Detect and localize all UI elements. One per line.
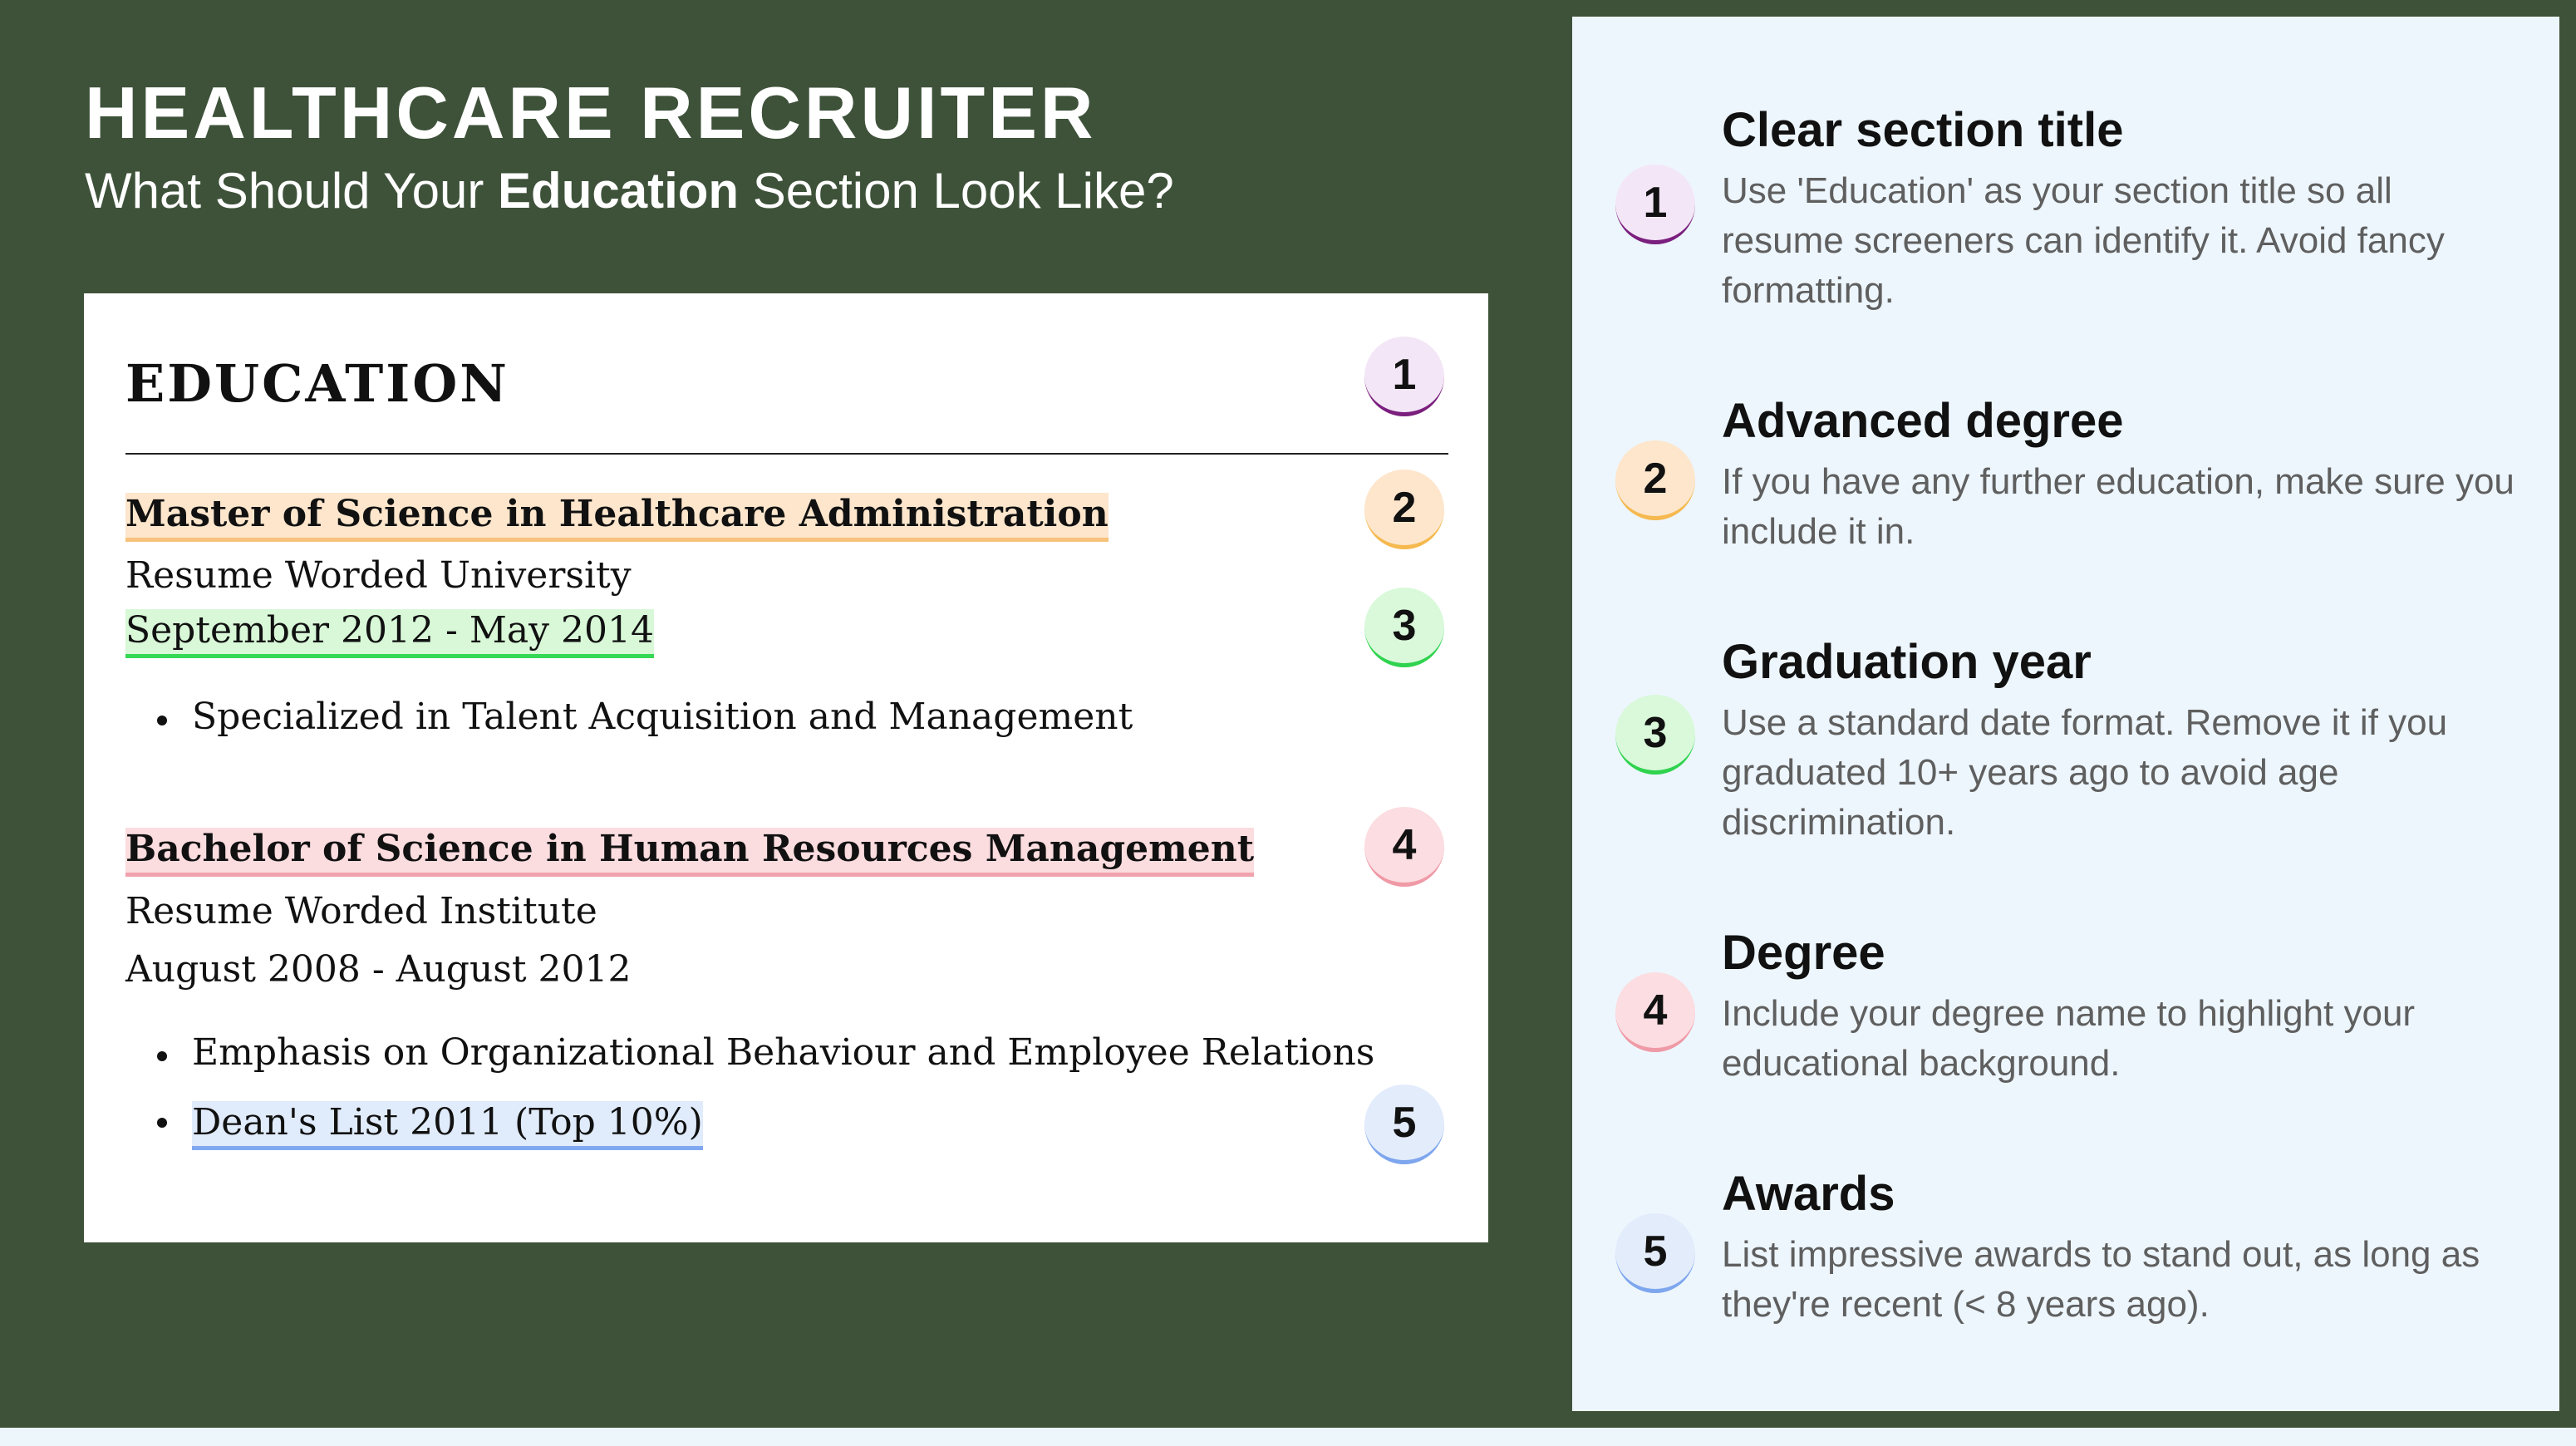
tip-2-title: Advanced degree — [1722, 394, 2124, 448]
tip-5-body: List impressive awards to stand out, as … — [1722, 1234, 2480, 1325]
tip-4-title: Degree — [1722, 926, 1885, 980]
resume-education-card: EDUCATION 1 Master of Science in Healthc… — [84, 293, 1488, 1242]
subtitle-suffix: Section Look Like? — [739, 163, 1174, 219]
tip-1-title: Clear section title — [1722, 103, 2124, 157]
dates-1: September 2012 - May 2014 — [125, 609, 654, 658]
page-subtitle: What Should Your Education Section Look … — [85, 166, 1174, 216]
school-1: Resume Worded University — [125, 554, 632, 597]
bullet-2-1: Emphasis on Organizational Behaviour and… — [156, 1031, 1375, 1074]
tip-5-title: Awards — [1722, 1167, 1895, 1221]
badge-3: 3 — [1364, 588, 1444, 667]
education-section-title: EDUCATION — [125, 353, 509, 414]
tip-3-body: Use a standard date format. Remove it if… — [1722, 702, 2448, 843]
degree-1: Master of Science in Healthcare Administ… — [125, 493, 1109, 542]
badge-5: 5 — [1364, 1084, 1444, 1164]
subtitle-bold: Education — [498, 163, 740, 219]
degree-2: Bachelor of Science in Human Resources M… — [125, 828, 1255, 877]
tip-3-title: Graduation year — [1722, 635, 2092, 689]
school-2: Resume Worded Institute — [125, 890, 597, 932]
page-title: HEALTHCARE RECRUITER — [85, 71, 1097, 154]
dates-1-text: September 2012 - May 2014 — [125, 609, 654, 658]
tip-2-body: If you have any further education, make … — [1722, 461, 2515, 552]
badge-4: 4 — [1364, 807, 1444, 887]
tip-2-badge: 2 — [1615, 440, 1695, 520]
bullet-2-2: Dean's List 2011 (Top 10%) — [157, 1101, 703, 1150]
section-divider — [125, 453, 1448, 455]
bullet-2-2-text: Dean's List 2011 (Top 10%) — [192, 1101, 703, 1150]
subtitle-prefix: What Should Your — [85, 163, 499, 219]
degree-2-text: Bachelor of Science in Human Resources M… — [125, 828, 1255, 877]
tip-3-badge: 3 — [1615, 695, 1695, 775]
degree-1-text: Master of Science in Healthcare Administ… — [125, 493, 1109, 542]
tip-4-body: Include your degree name to highlight yo… — [1722, 993, 2416, 1084]
tip-5-badge: 5 — [1615, 1213, 1695, 1293]
bullet-1-1: Specialized in Talent Acquisition and Ma… — [156, 696, 1133, 738]
tip-4-badge: 4 — [1615, 972, 1695, 1052]
tips-panel: 1 Clear section title Use 'Education' as… — [1572, 17, 2559, 1411]
badge-1: 1 — [1364, 337, 1444, 416]
dates-2: August 2008 - August 2012 — [125, 948, 632, 991]
badge-2: 2 — [1364, 470, 1444, 549]
tip-1-badge: 1 — [1615, 165, 1695, 244]
tip-1-body: Use 'Education' as your section title so… — [1722, 170, 2445, 311]
